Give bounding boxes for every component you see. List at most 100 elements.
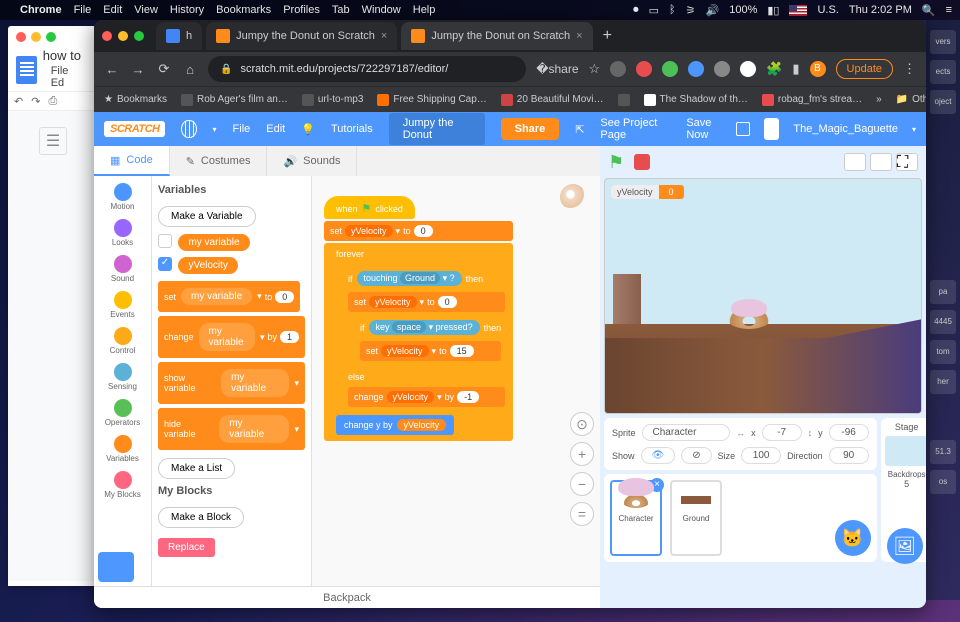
menu-icon[interactable]: ≡ <box>946 4 952 16</box>
set-yvel-block[interactable]: setyVelocity▾to0 <box>324 221 513 241</box>
category-variables[interactable]: Variables <box>96 432 150 466</box>
show-var-block[interactable]: show variablemy variable▾ <box>158 362 305 404</box>
mac-menu-view[interactable]: View <box>134 4 158 16</box>
set-yvel-block[interactable]: setyVelocity▾to0 <box>348 292 505 312</box>
category-sound[interactable]: Sound <box>96 252 150 286</box>
chrome-max-icon[interactable] <box>134 31 144 41</box>
bookmark-item[interactable]: Rob Ager's film an… <box>181 94 288 106</box>
mac-menu-help[interactable]: Help <box>413 4 436 16</box>
checkbox-checked[interactable]: ✓ <box>158 257 172 271</box>
share-icon[interactable]: �share <box>536 62 578 76</box>
display-icon[interactable]: ▭ <box>649 4 659 17</box>
mac-menu-history[interactable]: History <box>170 4 204 16</box>
lock-icon[interactable]: 🔒 <box>220 64 232 75</box>
tab-scratch-2[interactable]: Jumpy the Donut on Scratch × <box>401 22 592 50</box>
other-bookmarks[interactable]: 📁Other Bookmarks <box>896 94 926 105</box>
add-sprite-button[interactable]: 🐱 <box>835 520 871 556</box>
docs-min-icon[interactable] <box>31 32 41 42</box>
category-control[interactable]: Control <box>96 324 150 358</box>
desk-item[interactable]: os <box>930 470 956 494</box>
ext-icon[interactable] <box>740 61 756 77</box>
desk-item[interactable]: tom <box>930 340 956 364</box>
bookmark-item[interactable]: robag_fm's strea… <box>762 94 862 106</box>
add-backdrop-button[interactable]: 🖼 <box>887 528 923 564</box>
hide-var-block[interactable]: hide variablemy variable▾ <box>158 408 305 450</box>
screencast-icon[interactable]: ⏺ <box>633 4 639 17</box>
profile-icon[interactable]: B <box>810 61 826 77</box>
change-var-block[interactable]: changemy variable▾by1 <box>158 316 305 358</box>
battery-icon[interactable]: ▮▯ <box>767 4 779 17</box>
when-flag-clicked-block[interactable]: when⚑clicked <box>324 196 415 219</box>
menu-file[interactable]: File <box>233 123 251 135</box>
desk-item[interactable]: vers <box>930 30 956 54</box>
mac-menu-window[interactable]: Window <box>362 4 401 16</box>
chrome-close-icon[interactable] <box>102 31 112 41</box>
chrome-min-icon[interactable] <box>118 31 128 41</box>
y-input[interactable]: -96 <box>829 424 869 441</box>
project-title-input[interactable]: Jumpy the Donut <box>389 113 485 145</box>
script-stack[interactable]: when⚑clicked setyVelocity▾to0 forever if… <box>324 196 513 443</box>
make-block-button[interactable]: Make a Block <box>158 507 244 528</box>
mac-menu-edit[interactable]: Edit <box>103 4 122 16</box>
bookmark-item[interactable] <box>618 94 630 106</box>
if-block[interactable]: ifkey space ▾ pressed?then setyVelocity▾… <box>348 314 505 367</box>
x-input[interactable]: -7 <box>762 424 802 441</box>
sprite-name-input[interactable]: Character <box>642 424 731 441</box>
script-workspace[interactable]: when⚑clicked setyVelocity▾to0 forever if… <box>312 176 600 586</box>
zoom-fit-icon[interactable]: = <box>570 502 594 526</box>
chevron-down-icon[interactable]: ▾ <box>213 125 217 134</box>
ext-icon[interactable] <box>662 61 678 77</box>
bluetooth-icon[interactable]: ᛒ <box>669 4 676 16</box>
bookmark-item[interactable]: ★Bookmarks <box>104 94 167 105</box>
spotlight-icon[interactable]: 🔍 <box>922 4 936 17</box>
volume-icon[interactable]: 🔊 <box>706 4 720 17</box>
update-button[interactable]: Update <box>836 59 893 79</box>
clock[interactable]: Thu 2:02 PM <box>849 4 912 16</box>
category-sensing[interactable]: Sensing <box>96 360 150 394</box>
category-events[interactable]: Events <box>96 288 150 322</box>
docs-close-icon[interactable] <box>16 32 26 42</box>
change-yvel-block[interactable]: changeyVelocity▾by-1 <box>348 387 505 407</box>
back-icon[interactable]: ← <box>104 62 120 77</box>
stage-large-icon[interactable] <box>870 153 892 171</box>
tab-close-icon[interactable]: × <box>381 30 387 42</box>
tab-scratch-1[interactable]: Jumpy the Donut on Scratch × <box>206 22 397 50</box>
extensions-icon[interactable]: 🧩 <box>766 61 782 77</box>
bookmark-item[interactable]: url-to-mp3 <box>302 94 364 106</box>
bookmark-item[interactable]: Free Shipping Cap… <box>377 94 486 106</box>
bookmarks-icon[interactable]: ▮ <box>792 61 799 77</box>
bookmark-item[interactable]: The Shadow of th… <box>644 94 748 106</box>
if-else-block[interactable]: iftouching Ground ▾ ?then setyVelocity▾t… <box>336 265 509 413</box>
input-flag-icon[interactable] <box>789 5 807 16</box>
checkbox[interactable] <box>158 234 172 248</box>
mac-menu-tab[interactable]: Tab <box>332 4 350 16</box>
forward-icon[interactable]: → <box>130 62 146 77</box>
change-y-block[interactable]: change y byyVelocity <box>336 415 454 435</box>
show-button[interactable]: 👁 <box>641 447 676 464</box>
var-myvariable[interactable]: my variable <box>178 234 249 251</box>
backpack-panel[interactable]: Backpack <box>94 586 600 608</box>
mystuff-icon[interactable] <box>736 122 749 136</box>
green-flag-button[interactable]: ⚑ <box>608 152 628 172</box>
reload-icon[interactable]: ⟳ <box>156 61 172 77</box>
mac-menu-profiles[interactable]: Profiles <box>283 4 320 16</box>
desk-item[interactable]: oject <box>930 90 956 114</box>
variable-monitor[interactable]: yVelocity 0 <box>611 185 684 199</box>
mac-menu-bookmarks[interactable]: Bookmarks <box>216 4 271 16</box>
direction-input[interactable]: 90 <box>829 447 869 464</box>
category-motion[interactable]: Motion <box>96 180 150 214</box>
new-tab-button[interactable]: + <box>597 27 618 45</box>
desk-item[interactable]: ects <box>930 60 956 84</box>
tab-costumes[interactable]: ✎Costumes <box>170 146 268 176</box>
menu-tutorials[interactable]: Tutorials <box>331 123 373 135</box>
globe-icon[interactable] <box>181 120 196 138</box>
desk-item[interactable]: 4445 <box>930 310 956 334</box>
bookmark-item[interactable]: 20 Beautiful Movi… <box>501 94 604 106</box>
see-project-link[interactable]: See Project Page <box>600 117 670 141</box>
sprite-tile-character[interactable]: × Character <box>610 480 662 556</box>
category-my-blocks[interactable]: My Blocks <box>96 468 150 502</box>
input-lang[interactable]: U.S. <box>817 4 838 16</box>
redo-icon[interactable]: ↷ <box>31 95 40 108</box>
undo-icon[interactable]: ↶ <box>14 95 23 108</box>
set-var-block[interactable]: setmy variable▾to0 <box>158 281 300 312</box>
